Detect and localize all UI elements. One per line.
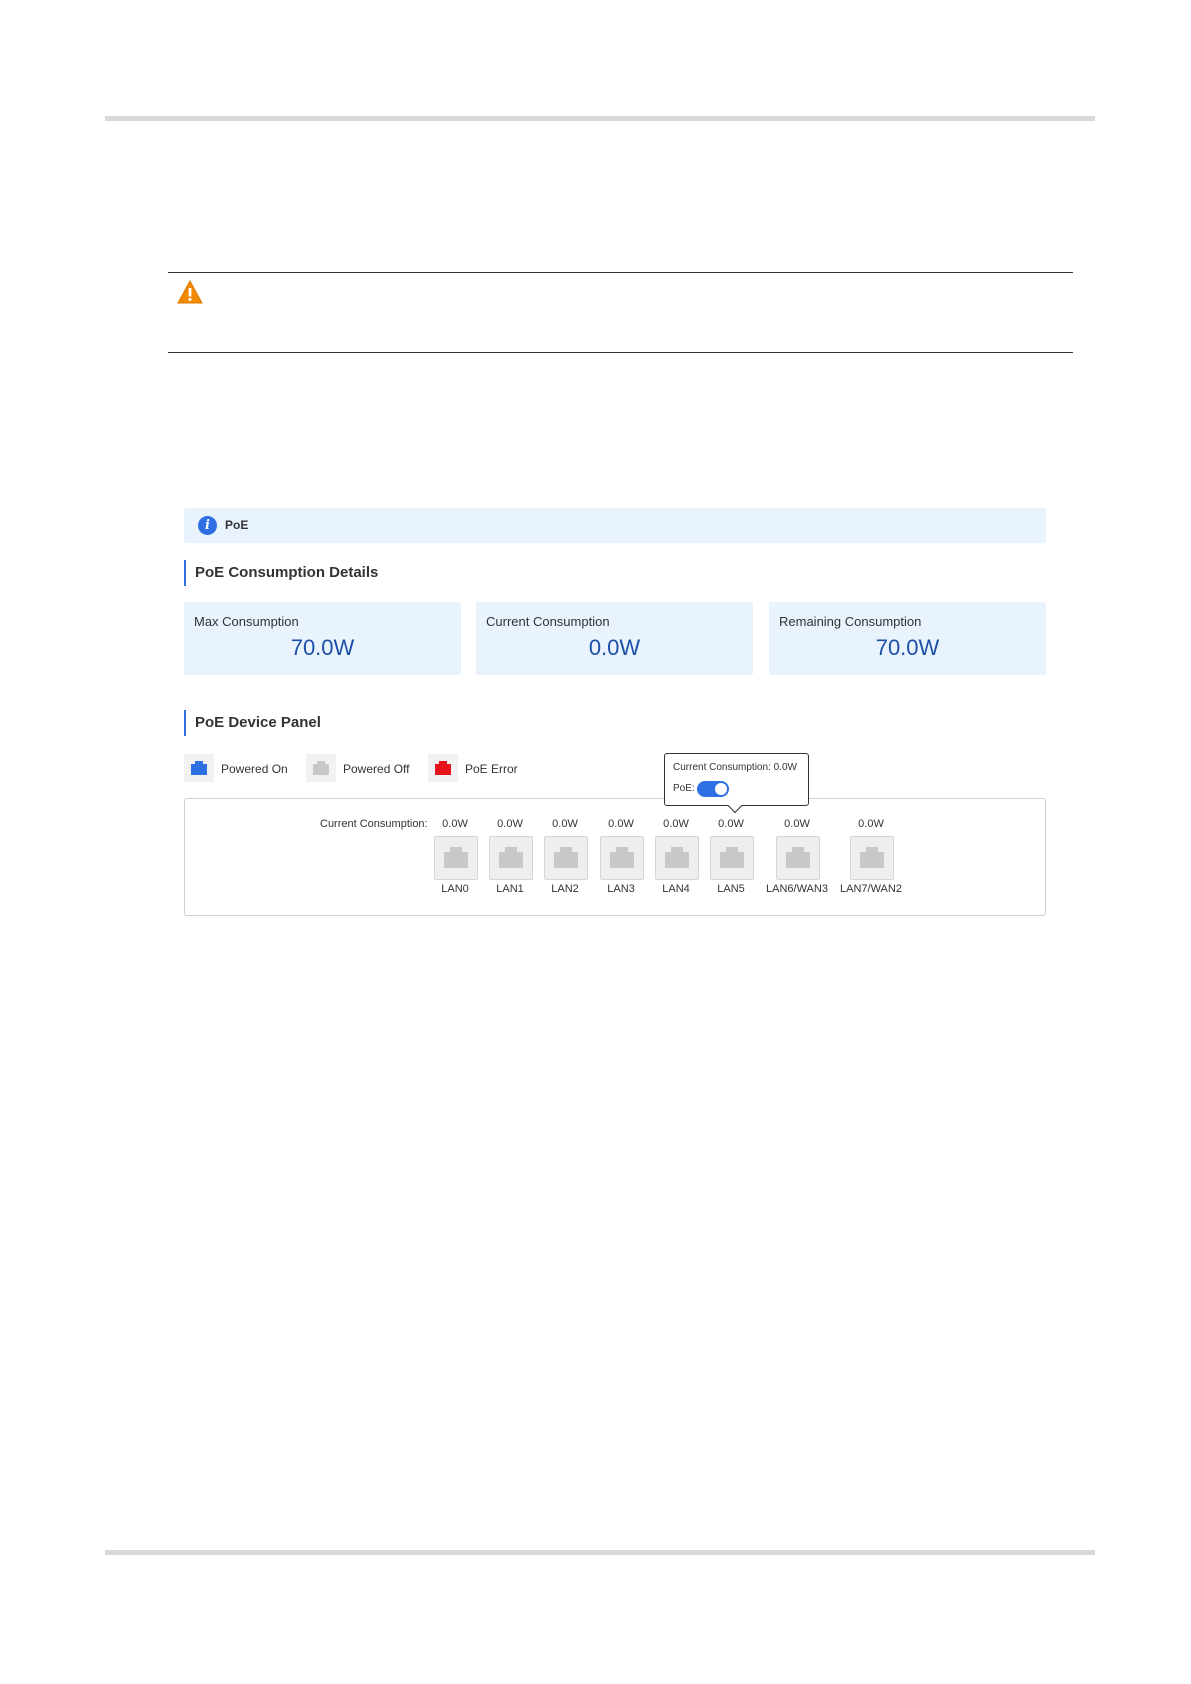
port-consumption-value: 0.0W <box>858 818 884 830</box>
info-bar: i PoE <box>184 508 1046 543</box>
current-consumption-card: Current Consumption 0.0W <box>476 602 753 675</box>
max-consumption-card: Max Consumption 70.0W <box>184 602 461 675</box>
consumption-details-title: PoE Consumption Details <box>184 560 378 586</box>
port-panel: Current Consumption: 0.0W LAN0 0.0W LAN1 0.0… <box>184 798 1046 916</box>
port-consumption-value: 0.0W <box>608 818 634 830</box>
info-bar-text: PoE <box>225 518 249 532</box>
tooltip-poe-label: PoE: <box>673 783 695 794</box>
card-label: Remaining Consumption <box>779 614 922 629</box>
tooltip-consumption: Current Consumption: 0.0W <box>673 762 797 773</box>
legend-label: PoE Error <box>465 762 518 776</box>
port-consumption-value: 0.0W <box>663 818 689 830</box>
device-panel-title: PoE Device Panel <box>184 710 321 736</box>
card-value: 0.0W <box>588 635 641 660</box>
port-name: LAN7/WAN2 <box>840 883 902 895</box>
ethernet-port-icon[interactable] <box>544 836 588 880</box>
ethernet-port-icon[interactable] <box>850 836 894 880</box>
card-label: Max Consumption <box>194 614 299 629</box>
port-tooltip: Current Consumption: 0.0W PoE: <box>664 753 809 814</box>
port-icon-gray <box>306 754 336 782</box>
port-consumption-value: 0.0W <box>784 818 810 830</box>
ethernet-port-icon[interactable] <box>489 836 533 880</box>
port-name: LAN6/WAN3 <box>766 883 828 895</box>
ethernet-port-icon[interactable] <box>600 836 644 880</box>
info-icon: i <box>198 516 217 535</box>
poe-toggle[interactable] <box>697 781 729 797</box>
card-value: 70.0W <box>875 635 940 660</box>
ethernet-port-icon[interactable] <box>776 836 820 880</box>
page-header-rule <box>105 116 1095 121</box>
ethernet-port-icon[interactable] <box>655 836 699 880</box>
ethernet-port-icon[interactable] <box>710 836 754 880</box>
legend-label: Powered On <box>221 762 288 776</box>
legend-label: Powered Off <box>343 762 410 776</box>
remaining-consumption-card: Remaining Consumption 70.0W <box>769 602 1046 675</box>
port-consumption-value: 0.0W <box>718 818 744 830</box>
current-consumption-label: Current Consumption: <box>320 818 428 830</box>
ethernet-port-icon[interactable] <box>434 836 478 880</box>
port-consumption-value: 0.0W <box>442 818 468 830</box>
warning-note <box>168 272 1073 353</box>
toggle-knob <box>715 783 727 795</box>
port-consumption-value: 0.0W <box>497 818 523 830</box>
card-label: Current Consumption <box>486 614 610 629</box>
port-icon-blue <box>184 754 214 782</box>
page-footer-rule <box>105 1550 1095 1555</box>
card-value: 70.0W <box>290 635 355 660</box>
warning-icon <box>177 280 203 304</box>
port-icon-red <box>428 754 458 782</box>
port-consumption-value: 0.0W <box>552 818 578 830</box>
